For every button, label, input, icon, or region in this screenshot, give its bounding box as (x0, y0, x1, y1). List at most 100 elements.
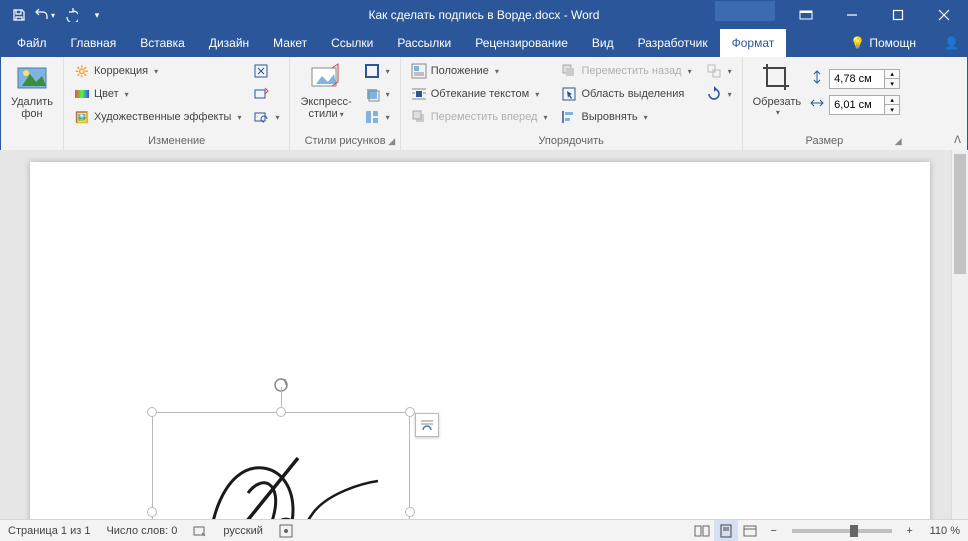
group-arrange-label: Упорядочить (407, 134, 736, 150)
selection-pane-button[interactable]: Область выделения (557, 83, 695, 105)
tab-developer[interactable]: Разработчик (626, 29, 720, 57)
corrections-button[interactable]: 🔆Коррекция▾ (70, 60, 245, 82)
tab-design[interactable]: Дизайн (197, 29, 261, 57)
word-count[interactable]: Число слов: 0 (98, 520, 185, 541)
quick-styles-button[interactable]: Экспресс- стили▾ (296, 60, 355, 122)
minimize-button[interactable] (829, 1, 875, 29)
tab-insert[interactable]: Вставка (128, 29, 197, 57)
ribbon-display-button[interactable] (783, 1, 829, 29)
handle-mid-left[interactable] (147, 507, 157, 517)
layout-options-button[interactable] (415, 413, 439, 437)
effects-icon (364, 86, 380, 102)
remove-background-icon (16, 62, 48, 94)
tab-view[interactable]: Вид (580, 29, 626, 57)
collapse-ribbon-button[interactable]: ᐱ (954, 135, 961, 146)
tab-file[interactable]: Файл (5, 29, 59, 57)
tab-layout[interactable]: Макет (261, 29, 319, 57)
group-icon (706, 63, 722, 79)
crop-icon (761, 62, 793, 94)
rotate-button[interactable]: ▾ (702, 83, 736, 105)
scrollbar-thumb[interactable] (954, 154, 966, 274)
language-button[interactable]: русский (215, 520, 270, 541)
remove-background-button[interactable]: Удалить фон (7, 60, 57, 122)
layout-icon (364, 109, 380, 125)
handle-top-right[interactable] (405, 407, 415, 417)
artistic-effects-button[interactable]: 🖼️Художественные эффекты▾ (70, 106, 245, 128)
statusbar: Страница 1 из 1 Число слов: 0 русский − … (0, 519, 968, 541)
save-button[interactable] (7, 3, 31, 27)
width-up[interactable]: ▴ (885, 96, 899, 105)
styles-launcher[interactable]: ◢ (386, 135, 398, 147)
corrections-icon: 🔆 (74, 63, 90, 79)
color-button[interactable]: Цвет▾ (70, 83, 245, 105)
width-spinner[interactable]: ▴▾ (829, 94, 900, 116)
group-adjust: 🔆Коррекция▾ Цвет▾ 🖼️Художественные эффек… (64, 57, 290, 150)
web-layout-button[interactable] (738, 520, 762, 541)
read-mode-button[interactable] (690, 520, 714, 541)
qat-customize-button[interactable]: ▾ (85, 3, 109, 27)
quick-access-toolbar: ▾ ▾ (1, 3, 109, 27)
redo-button[interactable] (59, 3, 83, 27)
page-indicator[interactable]: Страница 1 из 1 (0, 520, 98, 541)
align-button[interactable]: Выровнять▾ (557, 106, 695, 128)
picture-effects-button[interactable]: ▾ (360, 83, 394, 105)
close-button[interactable] (921, 1, 967, 29)
position-icon (411, 63, 427, 79)
handle-top-left[interactable] (147, 407, 157, 417)
backward-icon (561, 63, 577, 79)
zoom-thumb[interactable] (850, 525, 858, 537)
position-button[interactable]: Положение▾ (407, 60, 552, 82)
group-arrange: Положение▾ Обтекание текстом▾ Переместит… (401, 57, 743, 150)
vertical-scrollbar[interactable] (951, 150, 968, 519)
tab-mailings[interactable]: Рассылки (385, 29, 463, 57)
print-layout-button[interactable] (714, 520, 738, 541)
border-icon (364, 63, 380, 79)
remove-bg-l1: Удалить (11, 96, 53, 108)
tab-review[interactable]: Рецензирование (463, 29, 580, 57)
reset-icon (253, 109, 269, 125)
align-icon (561, 109, 577, 125)
signature-image (153, 413, 411, 519)
zoom-in-button[interactable]: + (898, 520, 922, 541)
rotate-icon (706, 86, 722, 102)
width-input[interactable] (829, 95, 885, 115)
crop-button[interactable]: Обрезать▾ (749, 60, 806, 119)
group-adjust-label: Изменение (70, 134, 283, 150)
share-icon[interactable]: 👤 (944, 36, 959, 50)
compress-pictures-button[interactable] (249, 60, 283, 82)
group-remove-bg: Удалить фон (1, 57, 64, 150)
group-size: Обрезать▾ ▴▾ ▴▾ Размер◢ (743, 57, 907, 150)
width-down[interactable]: ▾ (885, 105, 899, 114)
maximize-button[interactable] (875, 1, 921, 29)
undo-button[interactable]: ▾ (33, 3, 57, 27)
wrap-text-button[interactable]: Обтекание текстом▾ (407, 83, 552, 105)
height-icon (809, 69, 825, 90)
selected-picture[interactable] (152, 412, 410, 519)
tab-home[interactable]: Главная (59, 29, 129, 57)
picture-layout-button[interactable]: ▾ (360, 106, 394, 128)
height-spinner[interactable]: ▴▾ (829, 68, 900, 90)
height-down[interactable]: ▾ (885, 79, 899, 88)
reset-picture-button[interactable]: ▾ (249, 106, 283, 128)
macro-button[interactable] (271, 520, 301, 541)
picture-border-button[interactable]: ▾ (360, 60, 394, 82)
tab-format[interactable]: Формат (720, 29, 787, 57)
tab-references[interactable]: Ссылки (319, 29, 385, 57)
zoom-level[interactable]: 110 % (922, 520, 968, 541)
height-input[interactable] (829, 69, 885, 89)
group-size-label: Размер◢ (749, 134, 901, 150)
zoom-out-button[interactable]: − (762, 520, 786, 541)
user-account[interactable] (715, 1, 775, 21)
spell-check-button[interactable] (185, 520, 215, 541)
forward-icon (411, 109, 427, 125)
change-icon (253, 86, 269, 102)
size-launcher[interactable]: ◢ (892, 135, 904, 147)
zoom-slider[interactable] (792, 529, 892, 533)
change-picture-button[interactable] (249, 83, 283, 105)
compress-icon (253, 63, 269, 79)
tell-me-label[interactable]: Помощн (869, 36, 916, 50)
handle-top-mid[interactable] (276, 407, 286, 417)
height-up[interactable]: ▴ (885, 70, 899, 79)
group-styles-label: Стили рисунков◢ (296, 134, 393, 150)
handle-mid-right[interactable] (405, 507, 415, 517)
